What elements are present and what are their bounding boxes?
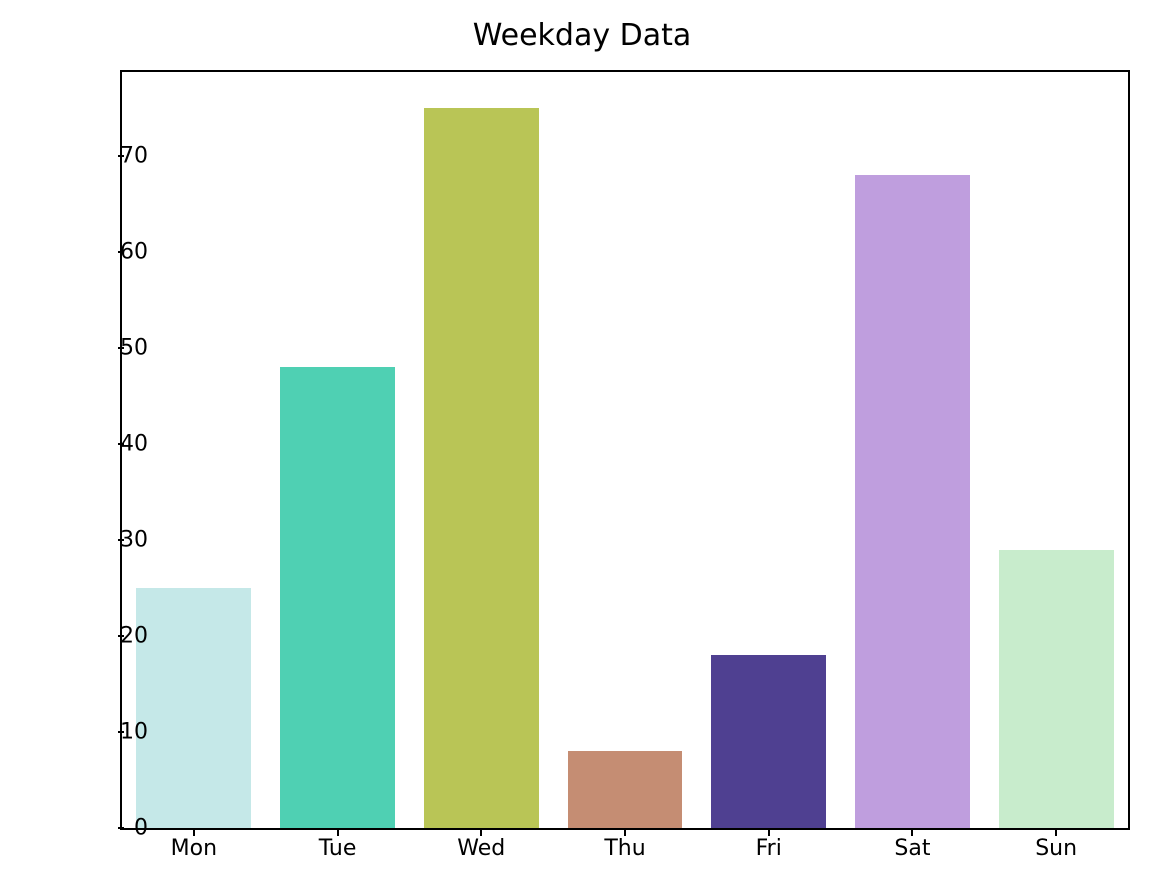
x-tick-label: Sun — [1035, 836, 1077, 861]
x-tick-label: Thu — [604, 836, 645, 861]
bar-fri — [711, 655, 826, 828]
x-tick-label: Wed — [457, 836, 505, 861]
x-tick-mark — [337, 830, 339, 836]
y-tick-mark — [118, 731, 124, 733]
x-tick-mark — [193, 830, 195, 836]
x-tick-mark — [768, 830, 770, 836]
x-tick-label: Fri — [756, 836, 782, 861]
x-tick-label: Sat — [894, 836, 930, 861]
figure: Weekday Data 010203040506070 MonTueWedTh… — [0, 0, 1164, 888]
y-tick-mark — [118, 827, 124, 829]
x-tick-label: Tue — [319, 836, 357, 861]
chart-title: Weekday Data — [0, 18, 1164, 53]
y-tick-mark — [118, 347, 124, 349]
bar-sun — [999, 550, 1114, 828]
x-tick-mark — [624, 830, 626, 836]
plot-area — [122, 72, 1128, 828]
bar-wed — [424, 108, 539, 828]
x-tick-mark — [480, 830, 482, 836]
bar-mon — [136, 588, 251, 828]
x-tick-mark — [1055, 830, 1057, 836]
y-tick-mark — [118, 635, 124, 637]
axes-frame — [120, 70, 1130, 830]
bar-sat — [855, 175, 970, 828]
y-tick-mark — [118, 443, 124, 445]
x-tick-label: Mon — [171, 836, 217, 861]
x-tick-mark — [911, 830, 913, 836]
y-tick-mark — [118, 539, 124, 541]
y-tick-mark — [118, 155, 124, 157]
bar-tue — [280, 367, 395, 828]
y-tick-mark — [118, 251, 124, 253]
bar-thu — [568, 751, 683, 828]
